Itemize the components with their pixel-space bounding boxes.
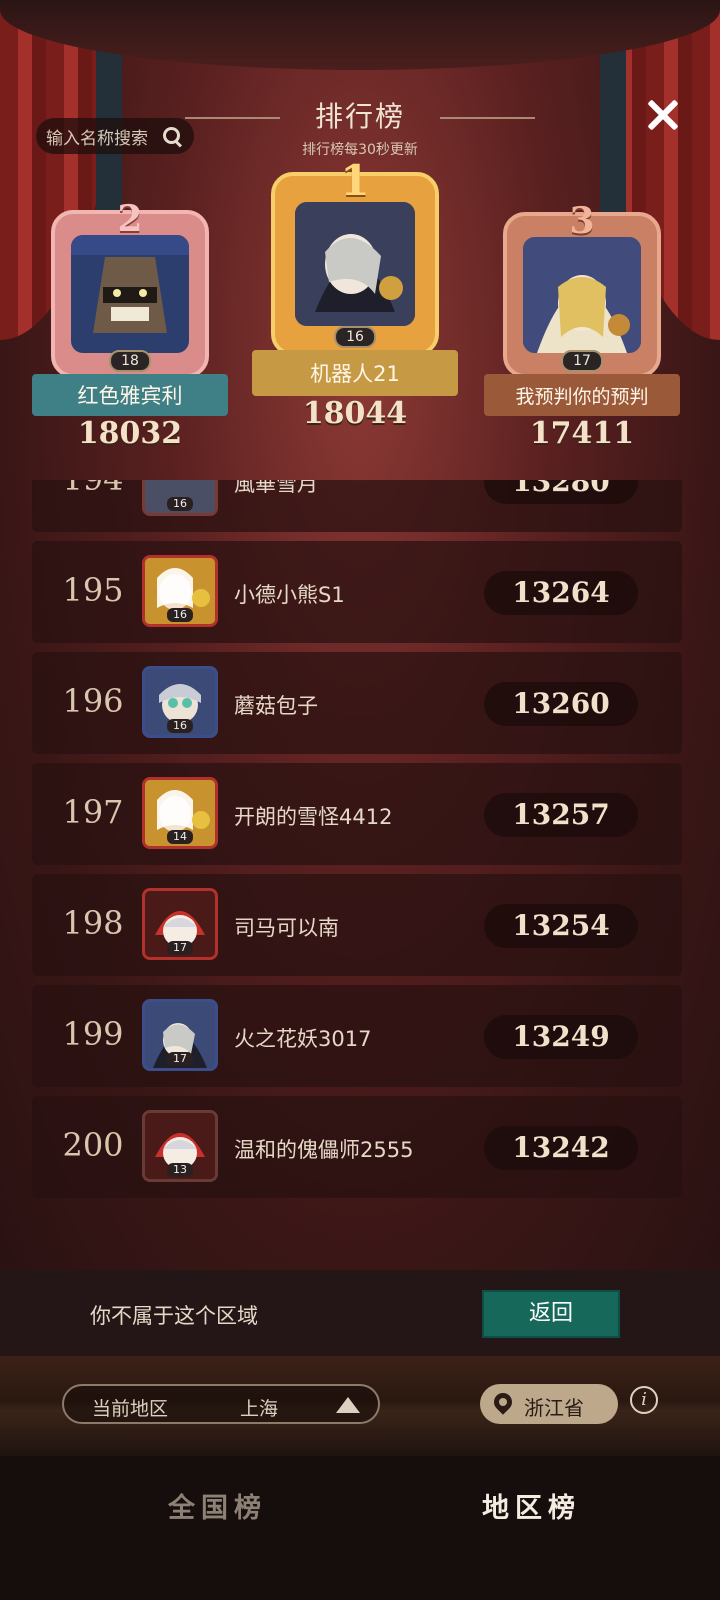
podium-frame: 2 18 [51,198,209,378]
close-icon[interactable] [640,92,686,138]
player-name: 蘑菇包子 [234,694,318,718]
page-title: 排行榜 [184,95,535,135]
podium-ribbon: 机器人21 [252,350,458,396]
province-label: 浙江省 [524,1396,584,1420]
region-label: 当前地区 [92,1398,169,1420]
player-name: 我预判你的预判 [515,385,649,408]
region-notice: 你不属于这个区域 返回 [0,1270,720,1356]
avatar: 17 [142,888,218,960]
player-score: 13249 [484,1015,638,1059]
avatar [523,237,641,353]
level-badge: 14 [167,830,193,844]
tab-national[interactable]: 全国榜 [168,1486,267,1525]
podium-rank-number: 3 [569,200,595,242]
level-badge: 16 [167,497,193,511]
podium-rank-1[interactable]: 1 16 机器人21 18044 [250,156,460,431]
tab-regional[interactable]: 地区榜 [482,1486,581,1525]
back-button[interactable]: 返回 [482,1290,620,1338]
podium-ribbon: 我预判你的预判 [484,374,680,416]
region-bar: 当前地区 上海 浙江省 i [0,1356,720,1456]
region-selector[interactable]: 当前地区 上海 [62,1384,380,1424]
row-rank: 194 [32,480,154,498]
player-score: 13264 [484,571,638,615]
level-badge: 17 [167,941,193,955]
player-score: 13280 [484,480,638,504]
row-rank: 200 [62,1126,124,1164]
level-badge: 16 [334,326,376,348]
list-item[interactable]: 195 16 小德小熊S1 13264 [32,541,682,643]
player-name: 小德小熊S1 [234,583,345,607]
region-value: 上海 [240,1398,279,1420]
row-rank: 199 [62,1015,124,1053]
player-score: 18044 [302,396,408,431]
player-name: 开朗的雪怪4412 [234,805,393,829]
player-name: 司马可以南 [234,916,339,940]
avatar [295,202,415,326]
player-score: 13260 [484,682,638,726]
avatar: 16 [142,555,218,627]
list-item[interactable]: 197 14 开朗的雪怪4412 13257 [32,763,682,865]
title-block: 排行榜 排行榜每30秒更新 [0,95,720,159]
leaderboard-stage: 输入名称搜索 排行榜 排行榜每30秒更新 2 18 红色雅宾利 18032 1 … [0,0,720,1270]
list-item[interactable]: 198 17 司马可以南 13254 [32,874,682,976]
podium-rank-2[interactable]: 2 18 红色雅宾利 18032 [30,198,230,451]
triangle-up-icon [336,1397,360,1413]
player-score: 18032 [77,416,183,451]
podium-frame: 3 17 [503,200,661,378]
list-item[interactable]: 194 16 風華雪月 13280 [32,480,682,532]
player-score: 17411 [529,416,635,451]
level-badge: 16 [167,719,193,733]
list-item[interactable]: 196 16 蘑菇包子 13260 [32,652,682,754]
avatar: 16 [142,666,218,738]
province-button[interactable]: 浙江省 [480,1384,618,1424]
row-rank: 197 [62,793,124,831]
location-pin-icon [490,1389,516,1415]
level-badge: 16 [167,608,193,622]
list-item[interactable]: 199 17 火之花妖3017 13249 [32,985,682,1087]
podium-rank-number: 1 [340,156,370,205]
ranking-list[interactable]: 194 16 風華雪月 13280 195 16 小德小熊S1 13264 19… [0,480,720,1240]
level-badge: 17 [167,1052,193,1066]
player-name: 温和的傀儡师2555 [234,1138,414,1162]
avatar: 13 [142,1110,218,1182]
podium-ribbon: 红色雅宾利 [32,374,228,416]
player-name: 红色雅宾利 [77,384,183,408]
podium-rank-number: 2 [117,198,143,240]
info-icon[interactable]: i [630,1386,658,1414]
row-rank: 195 [62,571,124,609]
page-title-text: 排行榜 [314,100,405,133]
avatar: 14 [142,777,218,849]
row-rank: 196 [62,682,124,720]
player-score: 13257 [484,793,638,837]
podium-rank-3[interactable]: 3 17 我预判你的预判 17411 [482,200,682,451]
avatar: 16 [142,480,218,516]
list-item[interactable]: 200 13 温和的傀儡师2555 13242 [32,1096,682,1198]
level-badge: 18 [109,350,151,372]
player-score: 13254 [484,904,638,948]
player-name: 机器人21 [310,362,400,386]
tab-bar: 全国榜 地区榜 [0,1456,720,1600]
title-divider-right [440,117,535,119]
level-badge: 13 [167,1163,193,1177]
avatar: 17 [142,999,218,1071]
podium-frame: 1 16 [271,156,439,356]
row-rank: 198 [62,904,124,942]
title-divider-left [184,117,280,119]
player-name: 風華雪月 [234,480,318,496]
level-badge: 17 [561,350,603,372]
player-score: 13242 [484,1126,638,1170]
notice-text: 你不属于这个区域 [90,1304,258,1328]
player-name: 火之花妖3017 [234,1027,372,1051]
avatar [71,235,189,353]
